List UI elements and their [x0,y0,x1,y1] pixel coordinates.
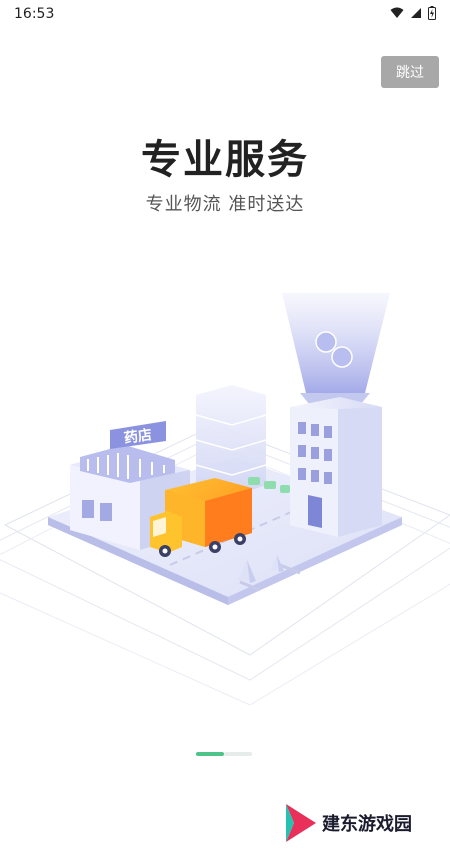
wifi-icon [390,7,404,18]
status-bar: 16:53 [0,0,450,28]
status-time: 16:53 [14,6,55,22]
status-icons [390,6,436,20]
page-subtitle: 专业物流 准时送达 [145,194,305,215]
watermark-text: 建东游戏园 [322,814,412,835]
watermark-logo-icon [286,804,316,842]
battery-icon [428,6,436,20]
page-indicator-active [196,752,224,756]
page-title: 专业服务 [141,137,309,183]
watermark: 建东游戏园 [282,800,442,846]
skip-button[interactable]: 跳过 [381,56,439,88]
signal-icon [411,8,421,18]
page-indicator [196,752,252,756]
delivery-city-illustration: 药店 [0,293,450,705]
page-indicator-inactive [224,752,252,756]
